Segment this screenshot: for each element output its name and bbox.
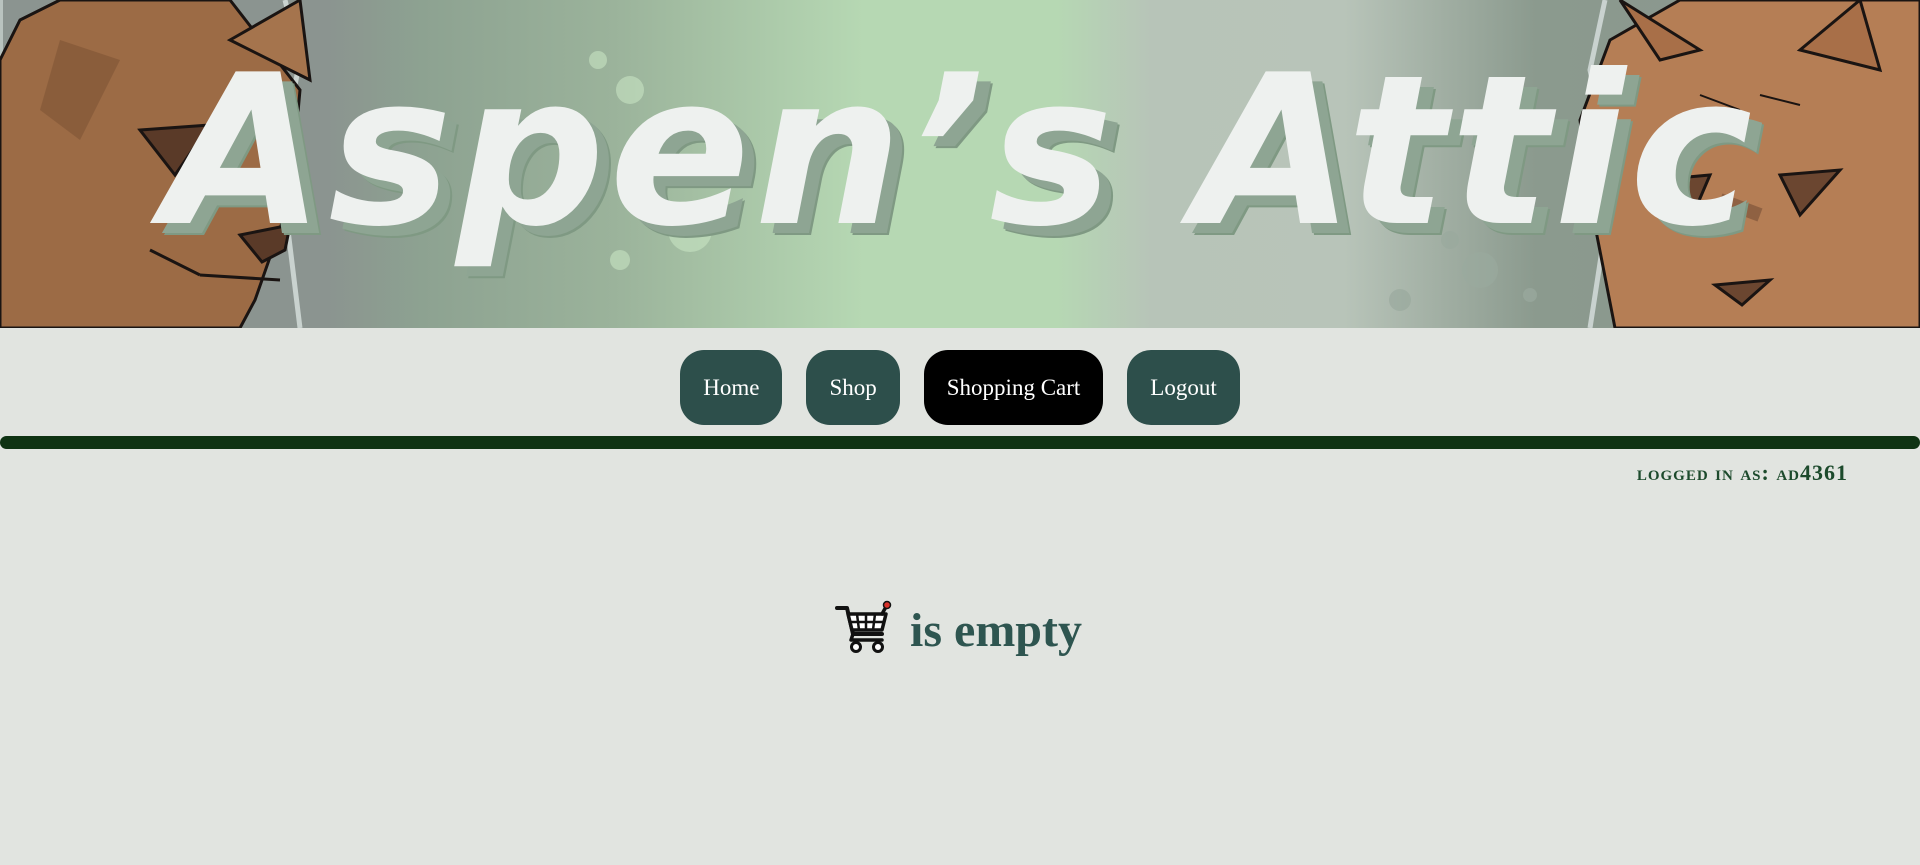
shopping-cart-icon: [834, 600, 892, 661]
nav-shopping-cart-button[interactable]: Shopping Cart: [923, 350, 1104, 425]
nav-logout-button[interactable]: Logout: [1127, 350, 1240, 425]
site-banner: Aspen’s Attic: [0, 0, 1920, 328]
nav-home-button[interactable]: Home: [680, 350, 783, 425]
nav-shop-button[interactable]: Shop: [806, 350, 900, 425]
nav-divider: [0, 436, 1920, 449]
cart-empty-text: is empty: [910, 604, 1082, 657]
site-title: Aspen’s Attic: [163, 31, 1757, 273]
empty-cart-message: is empty: [0, 600, 1920, 661]
login-status: logged in as: ad4361: [1636, 460, 1848, 485]
main-nav: Home Shop Shopping Cart Logout: [0, 350, 1920, 425]
